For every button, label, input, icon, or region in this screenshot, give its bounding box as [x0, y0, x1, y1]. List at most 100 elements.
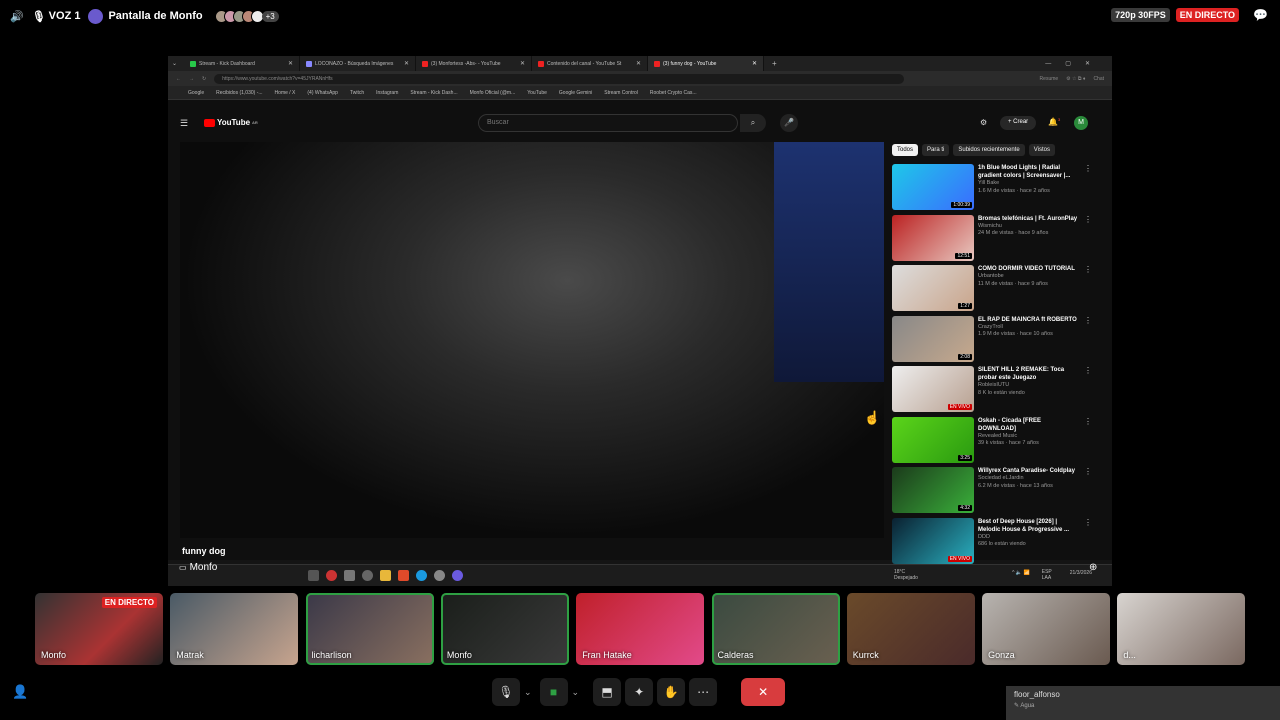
video-title[interactable]: Bromas telefónicas | Ft. AuronPlay [978, 215, 1080, 223]
voice-search-icon[interactable]: 🎤 [780, 114, 798, 132]
invite-people-icon[interactable]: 👤 [12, 684, 28, 700]
participant-tile[interactable]: Monfo [440, 593, 569, 665]
video-thumbnail[interactable]: 1:00:39 [892, 164, 974, 210]
close-tab-icon[interactable]: ✕ [752, 60, 757, 67]
recommendation-item[interactable]: EN VIVO SILENT HILL 2 REMAKE: Toca probar… [892, 366, 1092, 414]
chip-recently-uploaded[interactable]: Subidos recientemente [953, 144, 1025, 156]
soundboard-button[interactable]: ✋ [657, 678, 686, 706]
close-tab-icon[interactable]: ✕ [636, 60, 641, 67]
video-title[interactable]: Willyrex Canta Paradise- Coldplay [978, 467, 1080, 475]
recommendation-item[interactable]: 2:08 EL RAP DE MAINCRA ft ROBERTO CrazyTro… [892, 315, 1092, 364]
channel-name[interactable]: Revealed Music [978, 433, 1080, 440]
screen-share-button[interactable]: ⬒ [593, 678, 622, 706]
mic-options-chevron-icon[interactable]: ⌄ [524, 687, 532, 698]
more-vert-icon[interactable]: ⋮ [1084, 164, 1092, 212]
url-field[interactable]: https://www.youtube.com/watch?v=45JYRANn… [214, 73, 905, 84]
channel-name[interactable]: CrazyTroll [978, 324, 1080, 331]
search-input[interactable]: Buscar [478, 114, 738, 132]
shared-screen[interactable]: ⌄ Stream - Kick Dashboard ✕ LOCONAZO - Bú… [168, 56, 1112, 586]
participant-tile[interactable]: Fran Hatake [576, 593, 705, 665]
back-icon[interactable]: ← [176, 76, 181, 82]
viewer-avatars[interactable]: +3 [214, 9, 279, 23]
speaker-icon[interactable]: 🔊 [10, 10, 24, 23]
channel-name[interactable]: Urbantobe [978, 273, 1080, 280]
video-thumbnail[interactable]: 1:27 [892, 265, 974, 311]
recommendation-item[interactable]: 12:51 Bromas telefónicas | Ft. AuronPlay W… [892, 214, 1092, 263]
participant-tile[interactable]: Matrak [170, 593, 299, 665]
taskbar-brave-icon[interactable] [398, 570, 409, 581]
reload-icon[interactable]: ↻ [202, 76, 206, 82]
browser-tab[interactable]: Stream - Kick Dashboard ✕ [184, 56, 300, 71]
disconnect-button[interactable]: ✕ [741, 678, 786, 706]
video-thumbnail[interactable]: EN VIVO [892, 366, 974, 412]
more-vert-icon[interactable]: ⋮ [1084, 417, 1092, 465]
youtube-logo[interactable]: YouTube AR [204, 118, 258, 127]
chip-for-you[interactable]: Para ti [922, 144, 950, 156]
participant-tile[interactable]: licharlison [305, 593, 434, 665]
more-vert-icon[interactable]: ⋮ [1084, 215, 1092, 263]
video-title[interactable]: COMO DORMIR VIDEO TUTORIAL [978, 265, 1080, 273]
bookmark-item[interactable]: Roobet Crypto Cas... [650, 90, 697, 96]
close-tab-icon[interactable]: ✕ [520, 60, 525, 67]
create-video-icon[interactable]: ⚙ [980, 118, 987, 127]
bookmark-item[interactable]: Twitch [350, 90, 364, 96]
bookmark-item[interactable]: Instagram [376, 90, 398, 96]
bookmark-item[interactable]: Google Gemini [559, 90, 592, 96]
channel-name[interactable]: DDD [978, 534, 1080, 541]
more-vert-icon[interactable]: ⋮ [1084, 366, 1092, 414]
forward-icon[interactable]: → [189, 76, 194, 82]
taskbar-folder-icon[interactable] [380, 570, 391, 581]
voice-channel[interactable]: 🎙 VOZ 1 [32, 10, 81, 23]
recommendation-item[interactable]: 1:00:39 1h Blue Mood Lights | Radial grad… [892, 164, 1092, 212]
bookmark-item[interactable]: Home / X [275, 90, 296, 96]
close-tab-icon[interactable]: ✕ [288, 60, 293, 67]
channel-name[interactable]: Yill Bake [978, 180, 1080, 187]
bookmark-item[interactable]: Monfo Oficial (@m... [470, 90, 516, 96]
extensions-icon[interactable]: ⚙ ☆ ⧉ ♦ [1066, 76, 1085, 82]
mini-stream-panel[interactable]: floor_alfonso ✎ Agua [1006, 686, 1280, 720]
video-title[interactable]: Oskah - Cicada [FREE DOWNLOAD] [978, 417, 1080, 433]
video-thumbnail[interactable]: 2:08 [892, 315, 974, 362]
chat-button[interactable]: Chat [1093, 76, 1104, 82]
video-thumbnail[interactable]: 3:25 [892, 416, 974, 463]
camera-button[interactable]: ■ [539, 678, 568, 706]
channel-name[interactable]: Sociedad eLJardin [978, 475, 1080, 482]
channel-name[interactable]: RobleisIUTU [978, 382, 1080, 389]
channel-name[interactable]: Wismichu [978, 223, 1080, 230]
participant-tile[interactable]: Monfo EN DIRECTO [35, 593, 163, 665]
chat-bubble-icon[interactable]: 💬 [1253, 8, 1268, 22]
resume-button[interactable]: Resume [1040, 76, 1059, 82]
create-button[interactable]: + Crear [1000, 116, 1037, 130]
more-vert-icon[interactable]: ⋮ [1084, 467, 1092, 515]
video-thumbnail[interactable]: EN VIVO [892, 517, 974, 564]
more-vert-icon[interactable]: ⋮ [1084, 316, 1092, 364]
more-vert-icon[interactable]: ⋮ [1084, 518, 1092, 566]
camera-options-chevron-icon[interactable]: ⌄ [572, 687, 580, 698]
notifications-icon[interactable]: 🔔3 [1048, 117, 1060, 127]
participant-tile[interactable]: Gonza [982, 593, 1111, 665]
taskbar-app-icon[interactable] [434, 570, 445, 581]
zoom-icon[interactable]: ⊕ [1089, 562, 1097, 573]
chip-all[interactable]: Todos [892, 144, 919, 156]
video-player[interactable] [180, 142, 884, 538]
recommendation-item[interactable]: 1:27 COMO DORMIR VIDEO TUTORIAL Urbantobe 1… [892, 265, 1092, 313]
recommendation-item[interactable]: 3:25 Oskah - Cicada [FREE DOWNLOAD] Reveal… [892, 416, 1092, 465]
video-title[interactable]: SILENT HILL 2 REMAKE: Toca probar este J… [978, 366, 1080, 382]
account-avatar[interactable]: M [1074, 116, 1088, 130]
bookmark-item[interactable]: (4) WhatsApp [307, 90, 338, 96]
weather-widget[interactable]: 18°C Despejado [894, 569, 934, 581]
more-vert-icon[interactable]: ⋮ [1084, 265, 1092, 313]
bookmark-item[interactable]: Stream - Kick Dash... [410, 90, 457, 96]
taskbar-app-icon[interactable] [362, 570, 373, 581]
bookmark-item[interactable]: Recibidos (1,030) -... [216, 90, 262, 96]
taskbar-app-icon[interactable] [308, 570, 319, 581]
bookmark-item[interactable]: Google [188, 90, 204, 96]
participant-tile[interactable]: d... [1117, 593, 1246, 665]
window-controls[interactable]: —▢✕ [1045, 60, 1104, 67]
recommendation-item[interactable]: EN VIVO Best of Deep House [2026] | Melod… [892, 517, 1092, 566]
tab-menu-icon[interactable]: ⌄ [172, 60, 184, 67]
taskbar-edge-icon[interactable] [416, 570, 427, 581]
chip-watched[interactable]: Vistos [1028, 144, 1055, 156]
tray-icons[interactable]: ^ 🔈 📶 [1012, 570, 1030, 581]
taskbar-app-icon[interactable] [326, 570, 337, 581]
